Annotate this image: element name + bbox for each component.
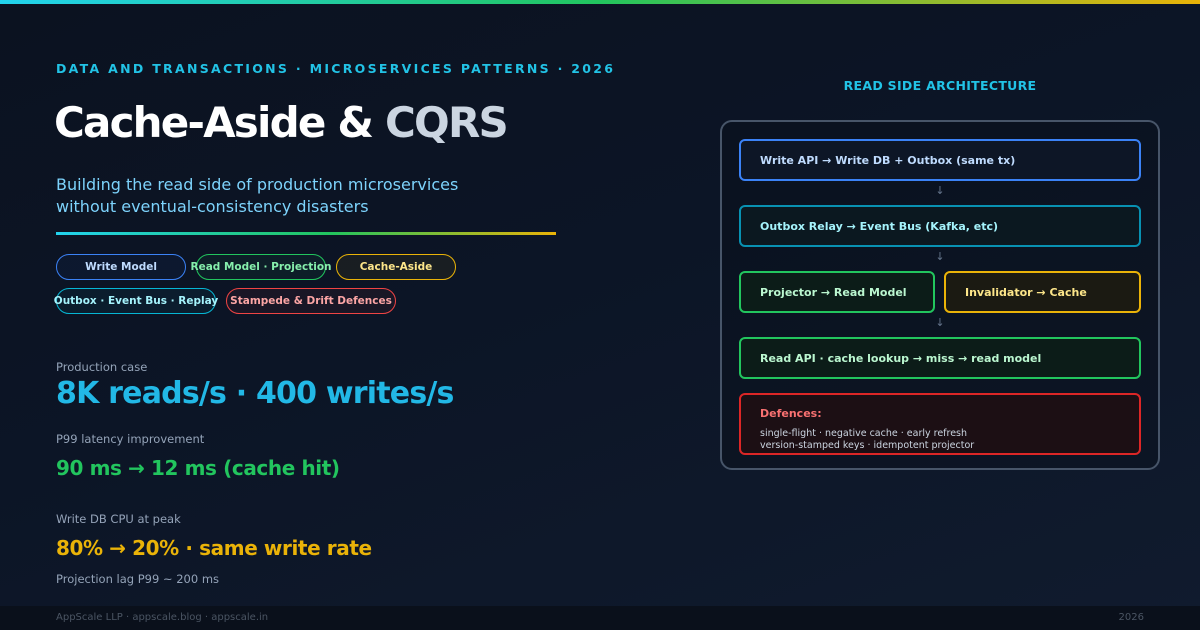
defences-title: Defences: [760,407,822,420]
title-part-2: CQRS [385,98,509,147]
defences-line-2: version-stamped keys · idempotent projec… [760,439,975,451]
latency-label: P99 latency improvement [56,432,205,446]
projection-lag-note: Projection lag P99 ~ 200 ms [56,572,220,586]
read-api-box: Read API · cache lookup → miss → read mo… [739,337,1141,379]
tag-write-model: Write Model [56,254,186,280]
arrow-down-icon: ↓ [935,184,945,197]
latency-value: 90 ms → 12 ms (cache hit) [56,456,340,480]
title-part-1: Cache-Aside & [54,98,386,147]
eyebrow-label: DATA AND TRANSACTIONS · MICROSERVICES PA… [56,61,616,76]
architecture-title: READ SIDE ARCHITECTURE [843,78,1037,93]
footer: AppScale LLP · appscale.blog · appscale.… [0,606,1200,630]
tag-stampede: Stampede & Drift Defences [226,288,396,314]
arrow-down-icon: ↓ [935,250,945,263]
tag-cache-aside: Cache-Aside [336,254,456,280]
subtitle-line-2: without eventual-consistency disasters [56,197,369,216]
gradient-divider [56,232,556,235]
production-label: Production case [56,360,148,374]
production-value: 8K reads/s · 400 writes/s [56,376,454,411]
subtitle: Building the read side of production mic… [56,174,576,218]
defences-line-1: single-flight · negative cache · early r… [760,428,968,439]
page-title: Cache-Aside & CQRS [54,98,509,147]
tag-read-model: Read Model · Projection [191,254,332,280]
write-api-box: Write API → Write DB + Outbox (same tx) [739,139,1141,181]
top-gradient-bar [0,0,1200,4]
outbox-relay-box: Outbox Relay → Event Bus (Kafka, etc) [739,205,1141,247]
projector-box: Projector → Read Model [739,271,935,313]
footer-credits: AppScale LLP · appscale.blog · appscale.… [56,612,269,623]
subtitle-line-1: Building the read side of production mic… [56,175,459,194]
invalidator-box: Invalidator → Cache [944,271,1141,313]
cpu-label: Write DB CPU at peak [56,512,181,526]
tag-outbox: Outbox · Event Bus · Replay [54,288,218,314]
cpu-value: 80% → 20% · same write rate [56,536,372,560]
arrow-down-icon: ↓ [935,316,945,329]
footer-year: 2026 [1118,612,1144,623]
defences-box: Defences: single-flight · negative cache… [739,393,1141,455]
